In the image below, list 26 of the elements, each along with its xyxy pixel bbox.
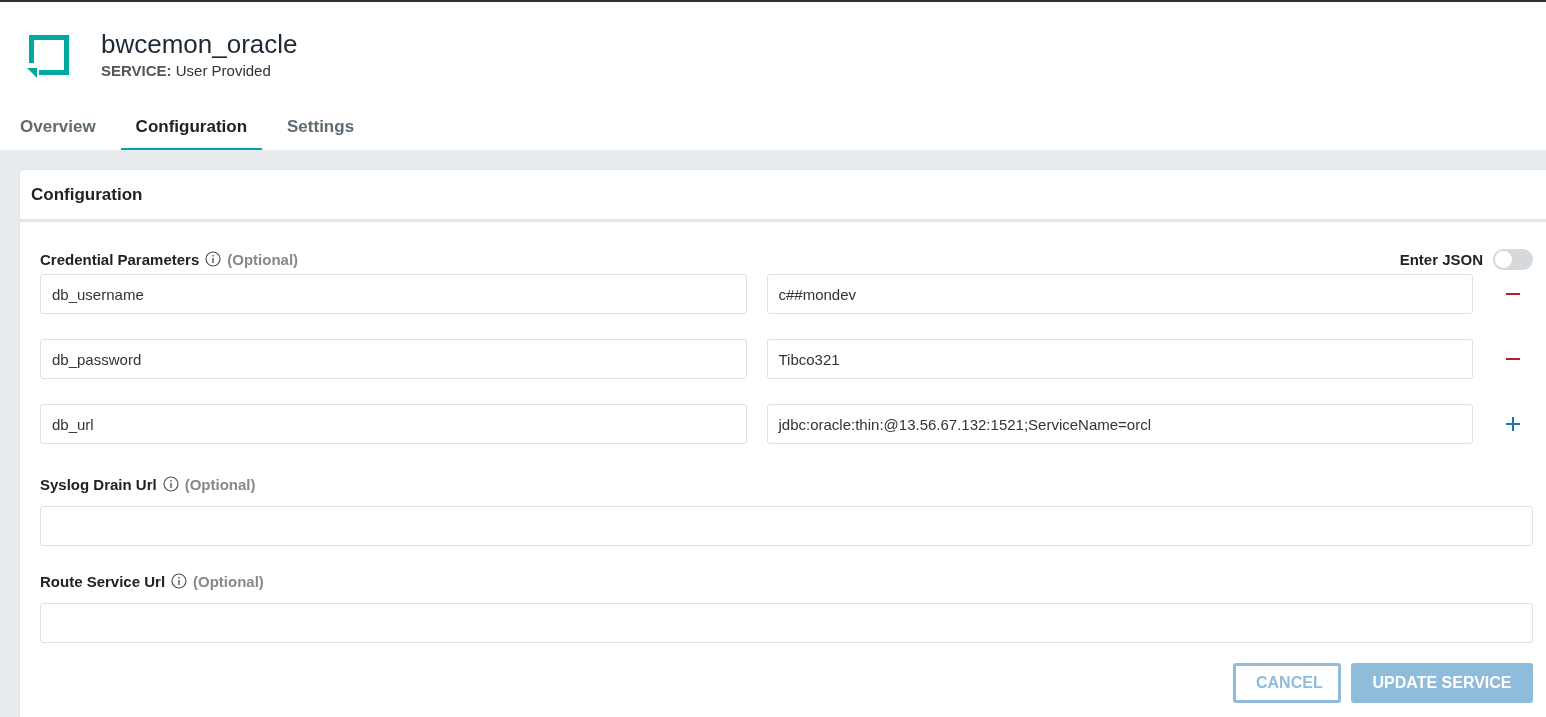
- info-icon[interactable]: [171, 573, 188, 589]
- info-icon[interactable]: [205, 251, 222, 267]
- service-type-value: User Provided: [175, 62, 271, 79]
- field-label: Route Service Url: [40, 572, 166, 590]
- value-input[interactable]: Tibco321: [766, 339, 1473, 379]
- key-input[interactable]: db_url: [40, 404, 747, 444]
- optional-label: (Optional): [193, 572, 264, 590]
- field-label: Syslog Drain Url: [40, 475, 157, 493]
- service-type-label: SERVICE:: [101, 62, 172, 79]
- tab[interactable]: Settings: [272, 109, 370, 150]
- value-input[interactable]: c##mondev: [766, 274, 1473, 314]
- service-title: bwcemon_oracle: [101, 28, 298, 60]
- add-icon[interactable]: [1506, 417, 1520, 431]
- json-toggle[interactable]: [1493, 248, 1533, 270]
- value-input[interactable]: jdbc:oracle:thin:@13.56.67.132:1521;ServiceName=orcl: [766, 404, 1473, 444]
- url-input[interactable]: [40, 603, 1533, 643]
- card-title: Configuration: [31, 184, 143, 205]
- optional-label: (Optional): [184, 475, 256, 493]
- optional-label: (Optional): [227, 250, 299, 268]
- field-label: Credential Parameters: [40, 250, 200, 268]
- key-input[interactable]: db_password: [40, 339, 747, 379]
- toggle-label: Enter JSON: [1399, 250, 1483, 268]
- info-icon[interactable]: [162, 476, 179, 492]
- key-input[interactable]: db_username: [40, 274, 747, 314]
- url-input[interactable]: [40, 506, 1533, 546]
- tab[interactable]: Overview: [5, 109, 111, 150]
